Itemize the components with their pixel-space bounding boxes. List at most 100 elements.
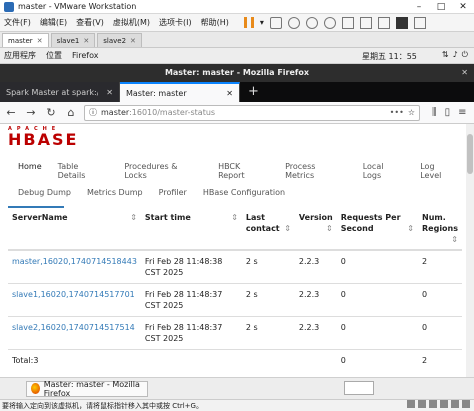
menu-vm[interactable]: 虚拟机(M) <box>113 17 150 28</box>
info-icon[interactable]: ⓘ <box>89 107 97 118</box>
minimize-icon[interactable]: – <box>408 2 430 12</box>
nav-procedures-locks[interactable]: Procedures & Locks <box>116 162 210 180</box>
url-bar[interactable]: ⓘ master:16010/master-status ••• ☆ <box>84 104 420 121</box>
home-icon[interactable]: ⌂ <box>64 106 78 119</box>
col-last-contact[interactable]: Last contact ⇕ <box>241 208 295 251</box>
nav-home[interactable]: Home <box>8 162 50 180</box>
maximize-icon[interactable]: □ <box>430 2 452 12</box>
sort-icon[interactable]: ⇕ <box>284 223 291 234</box>
nav-log-level[interactable]: Log Level <box>412 162 466 180</box>
firefox-icon <box>31 383 40 394</box>
rps-cell: 0 <box>336 249 418 284</box>
vm-tab-master[interactable]: master ✕ <box>2 33 49 47</box>
send-keys-icon[interactable] <box>269 16 282 29</box>
gnome-top-bar: 应用程序 位置 Firefox 星期五 11：55 ⇅ ♪ ⏻ <box>0 48 474 64</box>
nav-process-metrics[interactable]: Process Metrics <box>277 162 355 180</box>
back-icon[interactable]: ← <box>4 106 18 119</box>
cdrom-icon[interactable] <box>418 400 426 408</box>
close-icon[interactable]: ✕ <box>452 2 474 12</box>
unity-icon[interactable] <box>377 16 390 29</box>
vm-tab-slave2[interactable]: slave2 ✕ <box>97 33 142 47</box>
firefox-window-title: Master: master - Mozilla Firefox ✕ <box>0 64 474 82</box>
menu-help[interactable]: 帮助(H) <box>201 17 229 28</box>
nav-profiler[interactable]: Profiler <box>151 188 195 197</box>
start-time-cell: Fri Feb 28 11:48:38 CST 2025 <box>140 249 242 284</box>
nav-hbck-report[interactable]: HBCK Report <box>210 162 277 180</box>
network-icon: ⇅ <box>441 50 449 59</box>
sound-icon[interactable] <box>451 400 459 408</box>
applications-menu[interactable]: 应用程序 <box>4 50 36 61</box>
col-version[interactable]: Version ⇕ <box>294 208 337 251</box>
page-scrollbar[interactable] <box>466 124 474 377</box>
hdd-icon[interactable] <box>407 400 415 408</box>
sort-icon[interactable]: ⇕ <box>231 212 238 223</box>
nav-table-details[interactable]: Table Details <box>50 162 117 180</box>
col-servername[interactable]: ServerName ⇕ <box>8 208 141 251</box>
page-actions-icon[interactable]: ••• <box>390 108 404 117</box>
nav-metrics-dump[interactable]: Metrics Dump <box>79 188 151 197</box>
usb-icon[interactable] <box>440 400 448 408</box>
close-icon[interactable]: ✕ <box>226 89 233 98</box>
server-link[interactable]: slave2,16020,1740714517514 <box>12 323 135 332</box>
menu-tabs[interactable]: 选项卡(I) <box>159 17 192 28</box>
close-icon[interactable]: ✕ <box>37 37 43 45</box>
reload-icon[interactable]: ↻ <box>44 106 58 119</box>
close-icon[interactable]: ✕ <box>461 64 468 82</box>
forward-icon[interactable]: → <box>24 106 38 119</box>
menu-view[interactable]: 查看(V) <box>76 17 104 28</box>
logo-hbase-text: HBASE <box>8 130 79 149</box>
nav-hbase-configuration[interactable]: HBase Configuration <box>195 188 293 197</box>
last-contact-cell: 2 s <box>241 249 295 284</box>
scrollbar-thumb[interactable] <box>467 134 473 174</box>
console-icon[interactable] <box>395 16 408 29</box>
network-adapter-icon[interactable] <box>429 400 437 408</box>
workspace-switcher[interactable] <box>344 381 374 395</box>
firefox-navbar: ← → ↻ ⌂ ⓘ master:16010/master-status •••… <box>0 102 474 124</box>
snapshot-manager-icon[interactable] <box>323 16 336 29</box>
hamburger-menu-icon[interactable]: ≡ <box>458 107 466 118</box>
menu-edit[interactable]: 编辑(E) <box>40 17 67 28</box>
new-tab-icon[interactable]: + <box>240 82 267 102</box>
bookmark-star-icon[interactable]: ☆ <box>408 108 415 117</box>
taskbar-task-label: Master: master - Mozilla Firefox <box>43 379 140 398</box>
close-icon[interactable]: ✕ <box>83 37 89 45</box>
server-link[interactable]: master,16020,1740714518443 <box>12 257 137 266</box>
firefox-title-text: Master: master - Mozilla Firefox <box>164 68 310 77</box>
stretch-icon[interactable] <box>413 16 426 29</box>
server-link[interactable]: slave1,16020,1740714517701 <box>12 290 135 299</box>
display-icon[interactable] <box>462 400 470 408</box>
col-num-regions[interactable]: Num. Regions ⇕ <box>418 208 462 251</box>
firefox-app-menu[interactable]: Firefox <box>72 51 98 60</box>
clock[interactable]: 星期五 11：55 <box>362 51 417 62</box>
close-icon[interactable]: ✕ <box>106 88 113 97</box>
col-start-time[interactable]: Start time ⇕ <box>140 208 242 251</box>
rps-cell: 0 <box>336 316 418 350</box>
taskbar-firefox-window[interactable]: Master: master - Mozilla Firefox <box>26 379 148 398</box>
nav-local-logs[interactable]: Local Logs <box>355 162 413 180</box>
sort-icon[interactable]: ⇕ <box>130 212 137 223</box>
sort-icon[interactable]: ⇕ <box>407 223 414 234</box>
rps-cell: 0 <box>336 283 418 317</box>
close-icon[interactable]: ✕ <box>130 37 136 45</box>
revert-snapshot-icon[interactable] <box>305 16 318 29</box>
fullscreen-icon[interactable] <box>359 16 372 29</box>
sidebar-icon[interactable]: ▯ <box>445 107 451 118</box>
sort-icon[interactable]: ⇕ <box>451 234 458 245</box>
nav-debug-dump[interactable]: Debug Dump <box>8 188 79 197</box>
col-requests-per-second[interactable]: Requests Per Second ⇕ <box>336 208 418 251</box>
hbase-logo[interactable]: APACHE HBASE <box>8 126 88 154</box>
pause-icon[interactable] <box>243 17 254 28</box>
places-menu[interactable]: 位置 <box>46 50 62 61</box>
start-time-cell: Fri Feb 28 11:48:37 CST 2025 <box>140 316 242 350</box>
library-icon[interactable] <box>341 16 354 29</box>
tab-spark-master[interactable]: Spark Master at spark://m ✕ <box>0 82 120 102</box>
snapshot-icon[interactable] <box>287 16 300 29</box>
menu-file[interactable]: 文件(F) <box>4 17 31 28</box>
vm-tab-slave1[interactable]: slave1 ✕ <box>50 33 96 47</box>
url-host: master <box>101 108 130 117</box>
library-icon[interactable]: ⫼ <box>432 107 437 118</box>
tab-master-status[interactable]: Master: master ✕ <box>120 82 240 102</box>
sort-icon[interactable]: ⇕ <box>326 223 333 234</box>
dropdown-chevron-icon[interactable]: ▾ <box>260 18 264 27</box>
system-tray[interactable]: ⇅ ♪ ⏻ <box>442 50 468 60</box>
